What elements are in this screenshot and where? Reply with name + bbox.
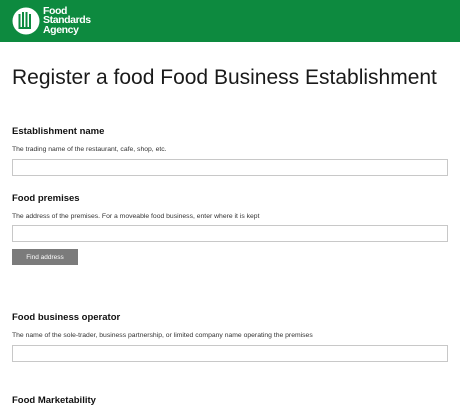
page-title: Register a food Food Business Establishm…: [12, 66, 437, 89]
food-business-operator-label: Food business operator: [12, 312, 121, 323]
food-premises-hint: The address of the premises. For a movea…: [12, 213, 260, 220]
fsa-logo-icon: [12, 7, 40, 35]
food-business-operator-hint: The name of the sole-trader, business pa…: [12, 332, 313, 339]
food-premises-input[interactable]: [12, 225, 448, 242]
establishment-name-input[interactable]: [12, 159, 448, 176]
establishment-name-label: Establishment name: [12, 126, 105, 137]
next-section-label: Food Marketability: [12, 395, 96, 406]
food-premises-label: Food premises: [12, 193, 80, 204]
fsa-logo[interactable]: Food Standards Agency: [12, 6, 91, 36]
logo-wordmark: Food Standards Agency: [43, 6, 91, 36]
establishment-name-hint: The trading name of the restaurant, cafe…: [12, 146, 167, 153]
food-business-operator-input[interactable]: [12, 345, 448, 362]
site-header: Food Standards Agency: [0, 0, 460, 42]
logo-line-3: Agency: [43, 23, 79, 36]
find-address-button[interactable]: Find address: [12, 249, 78, 265]
